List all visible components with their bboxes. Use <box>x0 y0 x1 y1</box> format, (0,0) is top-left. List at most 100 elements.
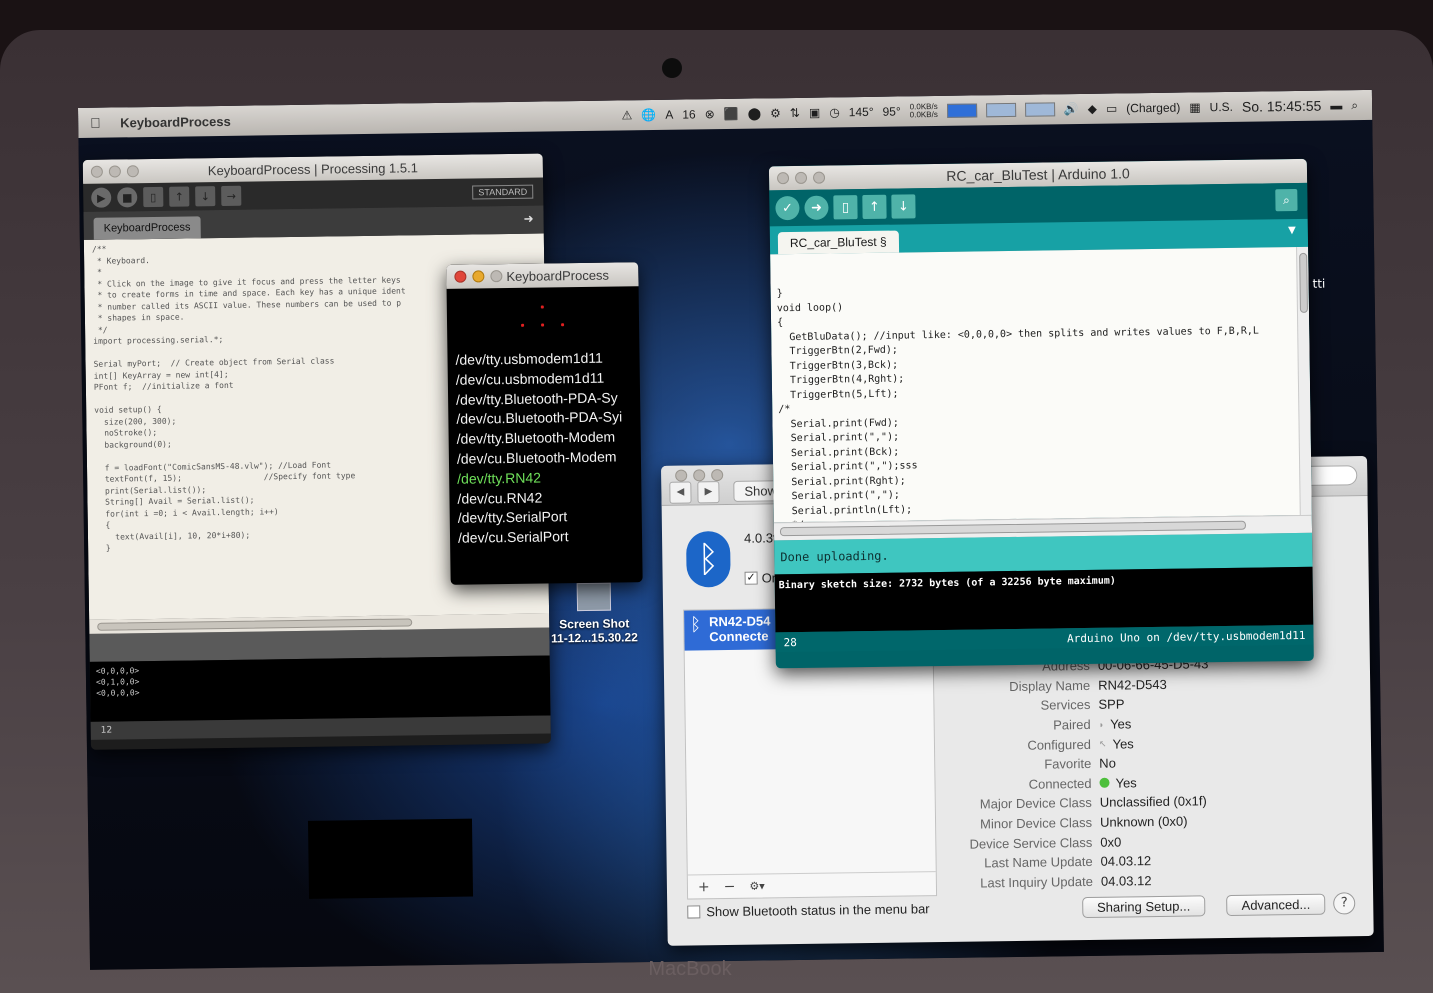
open-button[interactable]: ↑ <box>862 194 887 220</box>
cpu-meter[interactable] <box>946 103 977 118</box>
run-button[interactable]: ▶ <box>91 187 112 208</box>
temperature-gpu[interactable]: 95° <box>882 105 900 119</box>
time-machine-icon[interactable]: ◷ <box>829 105 840 119</box>
volume-icon[interactable]: 🔊 <box>1064 102 1079 116</box>
upload-button[interactable]: ➜ <box>804 195 829 220</box>
red-dot-left <box>521 323 525 327</box>
disk-meter[interactable] <box>1024 102 1055 117</box>
processing-title: KeyboardProcess | Processing 1.5.1 <box>207 159 418 178</box>
flag-icon[interactable]: ▦ <box>1189 100 1201 114</box>
verify-button[interactable]: ✓ <box>775 195 800 221</box>
new-button[interactable]: ▯ <box>833 195 858 220</box>
font-icon[interactable]: A <box>665 108 673 122</box>
sharing-setup-button[interactable]: Sharing Setup... <box>1081 895 1206 919</box>
new-button[interactable]: ▯ <box>143 186 164 208</box>
minimize-button[interactable] <box>108 165 121 178</box>
zoom-button[interactable] <box>711 469 724 482</box>
property-value: SPP <box>1098 697 1124 712</box>
property-value-text: Yes <box>1112 735 1134 752</box>
globe-icon[interactable]: 🌐 <box>641 108 656 122</box>
property-key: Display Name <box>1009 677 1091 694</box>
scroll-thumb[interactable] <box>97 618 413 631</box>
screen-icon[interactable]: ▣ <box>809 106 821 120</box>
sketch-canvas[interactable]: /dev/tty.usbmodem1d11/dev/cu.usbmodem1d1… <box>447 286 643 585</box>
tab-rc-car-blutest[interactable]: RC_car_BluTest § <box>777 230 899 255</box>
help-button[interactable]: ? <box>1333 892 1356 915</box>
forward-button[interactable]: ▶ <box>697 480 720 503</box>
close-button[interactable] <box>454 270 467 283</box>
font-size-indicator[interactable]: 16 <box>682 107 696 121</box>
minimize-button[interactable] <box>472 270 485 283</box>
display-icon[interactable]: ▬ <box>1330 98 1342 112</box>
property-value: Yes <box>1099 775 1137 791</box>
serial-port-item: /dev/tty.SerialPort <box>457 508 568 527</box>
zoom-button[interactable] <box>812 171 826 184</box>
tab-keyboardprocess[interactable]: KeyboardProcess <box>93 216 201 240</box>
sketch-titlebar[interactable]: KeyboardProcess <box>446 262 639 289</box>
apple-menu-icon[interactable]:  <box>90 115 110 131</box>
window-controls <box>454 270 503 283</box>
zoom-button[interactable] <box>490 270 503 283</box>
open-button[interactable]: ↑ <box>169 186 190 207</box>
processing-console[interactable]: <0,0,0,0> <0,1,0,0> <0,0,0,0> <box>89 655 551 722</box>
on-checkbox[interactable]: ✓ <box>744 571 758 585</box>
close-button[interactable] <box>90 165 103 178</box>
app-icon[interactable]: ⬛ <box>724 107 739 121</box>
warning-icon[interactable]: ⚠ <box>621 108 632 122</box>
spotlight-search-icon[interactable]: ⌕ <box>1351 98 1358 113</box>
property-value-text: No <box>1099 755 1116 772</box>
tab-menu-arrow-icon[interactable]: ➜ <box>523 212 533 226</box>
serial-monitor-button[interactable]: ⌕ <box>1275 188 1298 212</box>
temperature-cpu[interactable]: 145° <box>849 105 874 119</box>
battery-status[interactable]: (Charged) <box>1126 101 1180 116</box>
desktop-file[interactable]: Screen Shot 11-12...15.30.22 <box>549 582 640 645</box>
export-button[interactable]: → <box>221 185 242 207</box>
serial-port-list: /dev/tty.usbmodem1d11/dev/cu.usbmodem1d1… <box>455 348 642 549</box>
menu-app-name[interactable]: KeyboardProcess <box>120 113 231 130</box>
configured-icon: ↖ <box>1098 738 1107 749</box>
zoom-button[interactable] <box>126 165 139 178</box>
device-list-actions: + − ⚙▾ <box>687 871 937 899</box>
sketch-output-window: KeyboardProcess /dev/tty.usbmodem1d11/de… <box>446 262 643 585</box>
scroll-thumb[interactable] <box>1299 252 1308 313</box>
gear-icon[interactable]: ⚙ <box>770 106 781 120</box>
battery-icon[interactable]: ▭ <box>1106 101 1118 115</box>
window-controls <box>90 165 139 178</box>
transfer-icon[interactable]: ⇅ <box>790 106 800 120</box>
menu-status-area: ⚠ 🌐 A 16 ⊗ ⬛ ⬤ ⚙ ⇅ ▣ ◷ 145° 95° 0.0KB/s … <box>621 97 1372 123</box>
network-meter[interactable]: 0.0KB/s 0.0KB/s <box>910 102 938 119</box>
back-button[interactable]: ◀ <box>669 480 692 504</box>
scroll-thumb[interactable] <box>779 520 1247 537</box>
gear-menu-button[interactable]: ⚙▾ <box>749 879 765 892</box>
minimize-button[interactable] <box>794 171 808 184</box>
stop-button[interactable]: ■ <box>117 187 138 208</box>
memory-meter[interactable] <box>985 102 1016 118</box>
input-source[interactable]: U.S. <box>1210 100 1234 114</box>
property-value: Unclassified (0x1f) <box>1100 794 1207 810</box>
close-button[interactable] <box>776 172 790 185</box>
save-button[interactable]: ↓ <box>195 186 216 207</box>
show-in-menubar-checkbox[interactable] <box>687 905 701 919</box>
arduino-code: } void loop(){ GetBluData(); //input like… <box>777 280 1307 522</box>
serial-port-item: /dev/tty.Bluetooth-PDA-Sy <box>455 389 618 408</box>
save-button[interactable]: ↓ <box>891 194 916 219</box>
remove-device-button[interactable]: − <box>724 878 736 894</box>
serial-port-item: /dev/tty.usbmodem1d11 <box>455 349 603 368</box>
arduino-code-editor[interactable]: } void loop(){ GetBluData(); //input like… <box>770 246 1312 523</box>
add-device-button[interactable]: + <box>698 879 710 895</box>
sync-icon[interactable]: ⊗ <box>705 107 715 121</box>
mode-selector[interactable]: STANDARD <box>472 184 534 200</box>
advanced-button[interactable]: Advanced... <box>1226 893 1326 917</box>
minimize-button[interactable] <box>693 469 706 482</box>
show-in-menubar-option[interactable]: Show Bluetooth status in the menu bar <box>687 901 930 919</box>
arduino-console[interactable]: Binary sketch size: 2732 bytes (of a 322… <box>774 566 1314 633</box>
tab-menu-icon[interactable]: ▼ <box>1288 225 1296 236</box>
red-dot-right <box>561 323 565 327</box>
menu-clock[interactable]: So. 15:45:55 <box>1242 98 1322 115</box>
arduino-window: RC_car_BluTest | Arduino 1.0 ✓ ➜ ▯ ↑ ↓ ⌕… <box>768 158 1314 669</box>
record-icon[interactable]: ⬤ <box>748 106 762 120</box>
wifi-icon[interactable]: ◆ <box>1088 102 1097 116</box>
close-button[interactable] <box>675 469 688 482</box>
desktop-dark-area <box>307 818 474 899</box>
property-value-text: 04.03.12 <box>1100 853 1152 870</box>
